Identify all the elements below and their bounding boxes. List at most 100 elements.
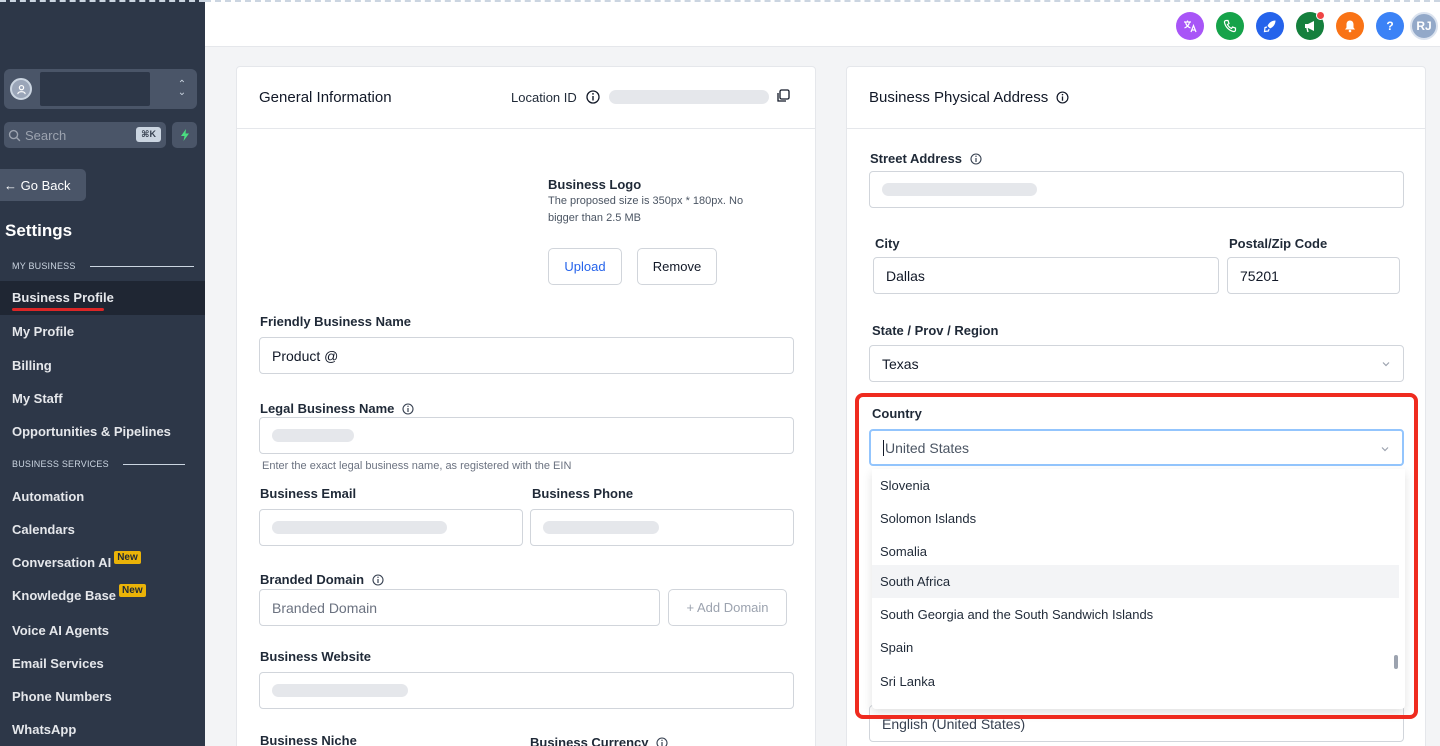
remove-button[interactable]: Remove (637, 248, 717, 285)
announcements-button[interactable] (1296, 11, 1325, 40)
sidebar-item-automation[interactable]: Automation (12, 489, 84, 504)
business-currency-text: Business Currency (530, 735, 649, 746)
business-address-title: Business Physical Address (869, 89, 1069, 106)
legal-name-text: Legal Business Name (260, 401, 395, 416)
sidebar-item-conversation-ai[interactable]: Conversation AI New (12, 551, 141, 570)
branded-domain-text: Branded Domain (260, 572, 365, 587)
friendly-name-label: Friendly Business Name (260, 314, 411, 329)
settings-title: Settings (5, 221, 73, 240)
city-label: City (875, 236, 900, 251)
location-id-text: Location ID (511, 90, 577, 105)
business-address-text: Business Physical Address (869, 89, 1049, 106)
user-avatar[interactable]: RJ (1410, 12, 1438, 40)
go-back-button[interactable]: ← Go Back (0, 169, 86, 201)
business-phone-label: Business Phone (532, 486, 634, 501)
section-my-business: MY BUSINESS (12, 261, 194, 271)
business-website-label: Business Website (260, 649, 372, 664)
info-icon (586, 90, 601, 104)
new-badge: New (119, 584, 146, 597)
state-value: Texas (882, 355, 919, 372)
annotation-highlight-box (855, 393, 1418, 719)
search-icon (8, 129, 21, 141)
sidebar-item-phone-numbers[interactable]: Phone Numbers (12, 689, 112, 704)
sidebar-item-opportunities[interactable]: Opportunities & Pipelines (12, 424, 171, 439)
section-divider (89, 265, 194, 267)
state-select[interactable]: Texas (869, 345, 1404, 382)
sidebar-item-my-staff[interactable]: My Staff (12, 391, 63, 406)
section-business-services: BUSINESS SERVICES (12, 459, 185, 469)
sidebar-item-calendars[interactable]: Calendars (12, 522, 75, 537)
notifications-button[interactable] (1336, 12, 1364, 40)
search-placeholder: Search (25, 127, 67, 143)
sidebar-item-whatsapp[interactable]: WhatsApp (12, 722, 76, 737)
city-input[interactable]: Dallas (873, 257, 1219, 294)
search-shortcut-badge: ⌘K (136, 127, 161, 142)
street-address-label: Street Address (870, 151, 982, 166)
rocket-icon (1263, 20, 1276, 33)
redacted-value (272, 684, 408, 697)
business-phone-input[interactable] (530, 509, 794, 546)
launchpad-button[interactable] (1256, 12, 1284, 40)
location-id-label: Location ID (511, 90, 601, 105)
business-logo-title: Business Logo (548, 177, 642, 192)
bell-icon (1345, 20, 1355, 33)
business-email-input[interactable] (259, 509, 523, 546)
active-item-underline (12, 308, 104, 311)
quick-action-button[interactable] (172, 122, 197, 148)
card-header: Business Physical Address (847, 67, 1425, 129)
sidebar-item-billing[interactable]: Billing (12, 358, 52, 373)
business-logo-help-line2: bigger than 2.5 MB (548, 212, 641, 224)
redacted-value (272, 429, 354, 442)
sidebar-item-knowledge-base[interactable]: Knowledge Base New (12, 584, 146, 603)
top-bar: ? RJ (205, 0, 1440, 47)
section-my-business-label: MY BUSINESS (12, 261, 76, 271)
section-divider (122, 463, 185, 465)
business-email-label: Business Email (260, 486, 357, 501)
sidebar: ⌃ ⌄ Search ⌘K ← Go Back Settings MY BUSIN… (0, 0, 205, 746)
legal-name-help: Enter the exact legal business name, as … (262, 460, 572, 472)
business-niche-label: Business Niche (260, 733, 357, 746)
location-avatar-icon (10, 78, 32, 100)
state-label: State / Prov / Region (872, 323, 999, 338)
redacted-value (543, 521, 659, 534)
street-address-text: Street Address (870, 151, 962, 166)
info-icon (372, 574, 384, 586)
zip-label: Postal/Zip Code (1229, 236, 1328, 251)
info-icon (402, 403, 414, 415)
upload-button[interactable]: Upload (548, 248, 622, 285)
translate-button[interactable] (1176, 12, 1204, 40)
branded-domain-input[interactable]: Branded Domain (259, 589, 660, 626)
sidebar-item-my-profile[interactable]: My Profile (12, 324, 74, 339)
chevron-down-icon (1382, 362, 1390, 367)
section-business-services-label: BUSINESS SERVICES (12, 459, 109, 469)
street-address-input[interactable] (869, 171, 1404, 208)
help-button[interactable]: ? (1376, 12, 1404, 40)
sidebar-item-business-profile[interactable]: Business Profile (12, 290, 114, 305)
location-switcher[interactable]: ⌃ ⌄ (4, 69, 197, 109)
card-header: General Information Location ID (237, 67, 815, 129)
sidebar-item-email-services[interactable]: Email Services (12, 656, 104, 671)
copy-icon[interactable] (775, 88, 791, 104)
legal-name-input[interactable] (259, 417, 794, 454)
megaphone-icon (1305, 21, 1314, 33)
business-website-input[interactable] (259, 672, 794, 709)
chevron-up-down-icon: ⌃ ⌄ (177, 79, 187, 98)
translate-icon (1184, 20, 1197, 33)
redacted-value (882, 183, 1037, 196)
zip-input[interactable]: 75201 (1227, 257, 1400, 294)
info-icon (656, 737, 668, 746)
lightning-icon (180, 129, 189, 141)
sidebar-item-label: Knowledge Base (12, 588, 117, 603)
phone-button[interactable] (1216, 12, 1244, 40)
sidebar-item-label: Conversation AI (12, 555, 112, 570)
legal-name-label: Legal Business Name (260, 401, 414, 416)
phone-icon (1223, 19, 1237, 33)
sidebar-item-voice-ai-agents[interactable]: Voice AI Agents (12, 623, 109, 638)
friendly-name-input[interactable]: Product @ (259, 337, 794, 374)
business-logo-help-line1: The proposed size is 350px * 180px. No (548, 195, 744, 207)
location-name-field[interactable] (40, 72, 150, 106)
add-domain-button[interactable]: + Add Domain (668, 589, 787, 626)
sidebar-search[interactable]: Search ⌘K (4, 122, 166, 148)
general-information-title: General Information (259, 89, 392, 106)
info-icon (970, 153, 982, 165)
